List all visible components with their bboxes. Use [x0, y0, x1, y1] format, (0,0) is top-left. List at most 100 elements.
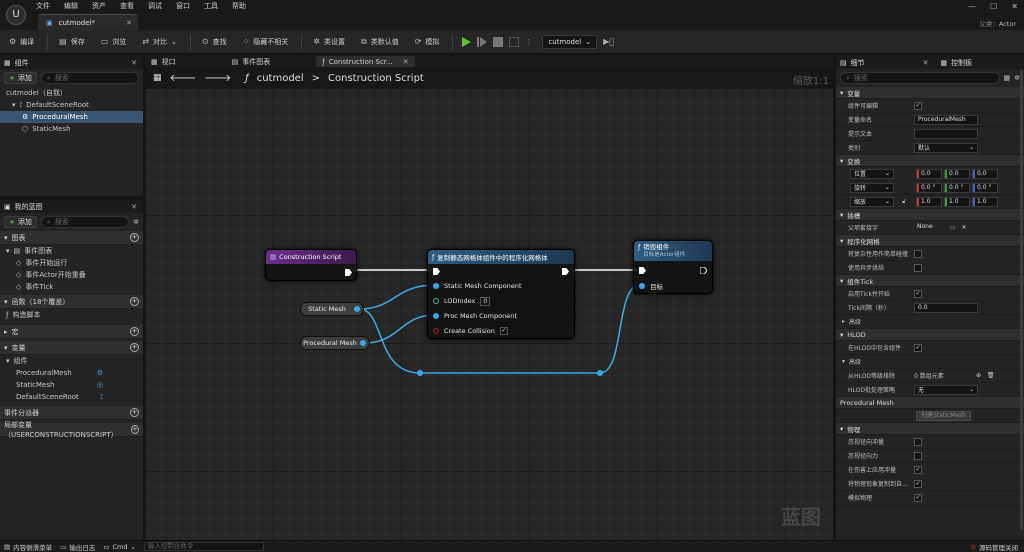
output-log-button[interactable]: ▭ 输出日志 — [60, 542, 95, 552]
lod-index-input[interactable]: 0 — [480, 296, 491, 306]
exec-in-pin[interactable] — [639, 267, 646, 274]
compile-button[interactable]: ⚙ 编译 — [6, 33, 37, 51]
scale-mode-dropdown[interactable]: 缩放 ⌄ — [850, 196, 894, 207]
component-static-mesh[interactable]: ⬡ StaticMesh — [0, 123, 143, 135]
components-tab[interactable]: ▦ 组件 ✕ — [0, 56, 143, 69]
content-drawer-button[interactable]: ▤ 内容侧滑菜单 — [4, 542, 52, 552]
details-scrollbar[interactable] — [1020, 70, 1023, 530]
add-component-button[interactable]: + 添加 — [4, 72, 37, 84]
maximize-icon[interactable]: ☐ — [990, 2, 997, 11]
stop-icon[interactable] — [493, 36, 504, 47]
component-procedural-mesh[interactable]: ⚙ ProceduralMesh — [0, 111, 143, 123]
components-search-input[interactable]: ⌕ 搜索 — [40, 72, 139, 84]
component-self[interactable]: cutmodel（自我） — [0, 87, 143, 99]
tick-advanced-row[interactable]: ▸ 高级 — [836, 315, 1024, 329]
trash-icon[interactable]: 🗑︎ — [987, 372, 995, 379]
proc-mesh-component-pin[interactable]: Proc Mesh Component — [433, 311, 517, 321]
menu-help[interactable]: 帮助 — [232, 1, 246, 11]
simulate-button[interactable]: ⟳ 模拟 — [412, 33, 443, 51]
add-local-variable-icon[interactable]: + — [130, 425, 139, 434]
class-settings-button[interactable]: ✲ 类设置 — [310, 33, 348, 51]
construction-script-node[interactable]: ▤ Construction Script — [265, 249, 357, 281]
hide-unrelated-button[interactable]: ⁘ 隐藏不相关 — [240, 33, 292, 51]
find-button[interactable]: ⊙ 查找 — [199, 33, 230, 51]
class-defaults-button[interactable]: ⧉ 类默认值 — [358, 33, 402, 51]
tab-viewport[interactable]: ▦ 视口 — [145, 56, 182, 67]
debug-object-dropdown[interactable]: cutmodel ⌄ — [542, 34, 598, 49]
exec-out-pin[interactable] — [562, 268, 569, 275]
create-collision-pin[interactable]: Create Collision ✓ — [433, 326, 508, 336]
variable-name-input[interactable]: ProceduralMesh — [914, 114, 978, 125]
tab-details[interactable]: ▤ 细节 — [840, 58, 865, 68]
details-search-input[interactable]: ⌕ 搜索 — [840, 72, 1000, 84]
add-variable-icon[interactable]: + — [130, 343, 139, 352]
destroy-component-node[interactable]: ƒ 销毁组件 目标是Actor组件 目标 — [633, 240, 713, 294]
view-options-icon[interactable]: ▦ — [1004, 74, 1011, 82]
exec-in-pin[interactable] — [433, 268, 440, 275]
tab-palette[interactable]: ▦ 控制板 — [941, 58, 973, 68]
sockets-section[interactable]: ▾ 插槽 — [836, 209, 1024, 221]
create-collision-checkbox[interactable]: ✓ — [499, 327, 508, 335]
rotation-mode-dropdown[interactable]: 旋转 ⌄ — [850, 182, 894, 193]
tick-interval-input[interactable]: 0.0 — [914, 302, 978, 313]
rotation-y-input[interactable]: 0.0 ° — [944, 182, 970, 193]
add-button[interactable]: + 添加 — [4, 216, 37, 228]
cmd-dropdown[interactable]: ▭ Cmd ⌄ — [103, 543, 136, 551]
variables-section[interactable]: ▾ 变量 + — [0, 341, 143, 355]
construction-script-item[interactable]: ƒ 构造脚本 — [0, 309, 143, 321]
rotation-x-input[interactable]: 0.0 ° — [916, 182, 942, 193]
menu-file[interactable]: 文件 — [36, 1, 50, 11]
lock-icon[interactable]: 🔓︎ — [902, 198, 916, 206]
add-macro-icon[interactable]: + — [130, 327, 139, 336]
apply-impulse-checkbox[interactable]: ✓ — [914, 465, 922, 474]
procedural-mesh-settings-section[interactable]: ▾ 程序化网格 — [836, 235, 1024, 247]
scale-x-input[interactable]: 1.0 — [916, 196, 942, 207]
add-function-icon[interactable]: + — [130, 297, 139, 306]
close-icon[interactable]: ✕ — [126, 19, 132, 27]
variable-section[interactable]: ▾ 变量 — [836, 87, 1024, 99]
close-icon[interactable]: ✕ — [403, 58, 409, 66]
expand-icon[interactable]: ▾ — [12, 101, 16, 109]
location-mode-dropdown[interactable]: 位置 ⌄ — [850, 168, 894, 179]
my-blueprint-tab[interactable]: ▣ 我的蓝图 ✕ — [0, 200, 143, 213]
physics-section[interactable]: ▾ 物理 — [836, 423, 1024, 435]
menu-tools[interactable]: 工具 — [204, 1, 218, 11]
category-dropdown[interactable]: 默认 ⌄ — [914, 142, 978, 153]
save-button[interactable]: ▤ 保存 — [56, 33, 88, 51]
console-command-input[interactable]: 输入控制台命令 — [143, 542, 264, 551]
scale-z-input[interactable]: 1.0 — [972, 196, 998, 207]
event-graph-item[interactable]: ▾ ▤ 事件图表 — [0, 245, 143, 257]
macros-section[interactable]: ▸ 宏 + — [0, 325, 143, 339]
close-icon[interactable]: ✕ — [923, 59, 929, 67]
target-pin[interactable]: 目标 — [639, 281, 663, 291]
document-tab[interactable]: ▣ cutmodel* ✕ — [38, 14, 138, 30]
location-z-input[interactable]: 0.0 — [972, 168, 998, 179]
procedural-mesh-section[interactable]: Procedural Mesh — [836, 397, 1024, 409]
graph-canvas[interactable]: ▦ 🡐 🡒 ƒ cutmodel > Construction Script 缩… — [145, 67, 833, 540]
browse-button[interactable]: ▭ 浏览 — [98, 33, 130, 51]
hlod-batching-dropdown[interactable]: 无 ⌄ — [914, 384, 978, 395]
location-x-input[interactable]: 0.0 — [916, 168, 942, 179]
exec-out-pin[interactable] — [700, 267, 707, 274]
graphs-section[interactable]: ▾ 图表 + — [0, 231, 143, 245]
menu-window[interactable]: 窗口 — [176, 1, 190, 11]
close-window-icon[interactable]: ✕ — [1011, 2, 1018, 11]
ignore-radial-force-checkbox[interactable] — [914, 451, 922, 460]
source-control-button[interactable]: ⊘ 源码管理关闭 — [971, 542, 1018, 552]
close-icon[interactable]: ✕ — [131, 203, 137, 211]
add-graph-icon[interactable]: + — [130, 233, 139, 242]
async-cooking-checkbox[interactable] — [914, 263, 922, 272]
variable-item[interactable]: StaticMesh ◎ — [0, 379, 143, 391]
close-icon[interactable]: ✕ — [131, 59, 137, 67]
simulate-physics-checkbox[interactable]: ✓ — [914, 493, 922, 502]
event-item[interactable]: ◇ 事件Tick — [0, 281, 143, 293]
static-mesh-getter-node[interactable]: Static Mesh — [300, 302, 364, 316]
event-item[interactable]: ◇ 事件开始运行 — [0, 257, 143, 269]
hlod-advanced-row[interactable]: ▾ 高级 — [836, 355, 1024, 369]
procedural-mesh-getter-node[interactable]: Procedural Mesh — [300, 336, 370, 350]
menu-edit[interactable]: 编辑 — [64, 1, 78, 11]
reroute-node[interactable] — [597, 370, 603, 376]
add-dispatcher-icon[interactable]: + — [130, 408, 139, 417]
editable-checkbox[interactable]: ✓ — [914, 101, 922, 110]
reroute-node[interactable] — [417, 370, 423, 376]
